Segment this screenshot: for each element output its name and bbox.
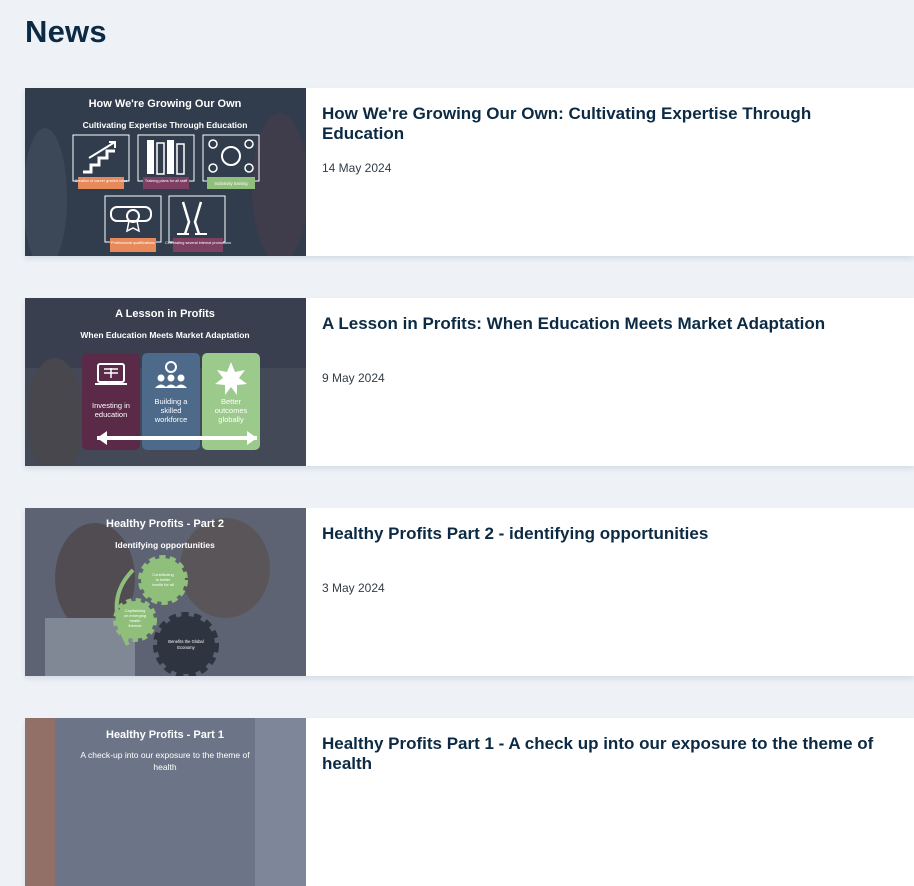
panel-text: Better (221, 397, 242, 406)
news-card-body: Healthy Profits Part 2 - identifying opp… (306, 508, 914, 676)
news-card[interactable]: Healthy Profits - Part 1 A check-up into… (25, 718, 914, 886)
news-date: 14 May 2024 (322, 161, 392, 175)
news-card[interactable]: How We're Growing Our Own Cultivating Ex… (25, 88, 914, 256)
news-thumbnail[interactable]: How We're Growing Our Own Cultivating Ex… (25, 88, 306, 256)
image-subheading: Identifying opportunities (115, 540, 215, 550)
panel-text: outcomes (215, 406, 248, 415)
news-card-body: A Lesson in Profits: When Education Meet… (306, 298, 914, 466)
news-thumbnail[interactable]: A Lesson in Profits When Education Meets… (25, 298, 306, 466)
image-subheading: Cultivating Expertise Through Education (83, 120, 248, 130)
article-image: Healthy Profits - Part 1 A check-up into… (25, 718, 306, 886)
gear-text: Economy (177, 645, 195, 650)
page-title: News (25, 14, 107, 49)
image-subheading: When Education Meets Market Adaptation (80, 330, 249, 340)
panel-text: skilled (161, 406, 182, 415)
news-card[interactable]: Healthy Profits - Part 2 Identifying opp… (25, 508, 914, 676)
panel-text: Building a (155, 397, 189, 406)
tile-label: Celebrating several internal promotions (165, 241, 231, 245)
news-title-link[interactable]: A Lesson in Profits: When Education Meet… (322, 314, 882, 334)
image-subheading: A check-up into our exposure to the them… (80, 750, 250, 760)
image-subheading: health (153, 762, 176, 772)
article-image: A Lesson in Profits When Education Meets… (25, 298, 306, 466)
tile-label: Creation of career graded roles (75, 179, 128, 183)
tile-label: Professional qualifications (111, 241, 155, 245)
news-title-link[interactable]: Healthy Profits Part 1 - A check up into… (322, 734, 882, 774)
image-heading: Healthy Profits - Part 2 (106, 518, 224, 530)
panel-text: education (95, 410, 128, 419)
news-date: 3 May 2024 (322, 581, 385, 595)
panel-text: workforce (154, 415, 188, 424)
panel-text: globally (218, 415, 244, 424)
article-image: How We're Growing Our Own Cultivating Ex… (25, 88, 306, 256)
tile-label: Training plans for all staff (145, 179, 188, 183)
article-image: Healthy Profits - Part 2 Identifying opp… (25, 508, 306, 676)
news-card[interactable]: A Lesson in Profits When Education Meets… (25, 298, 914, 466)
news-thumbnail[interactable]: Healthy Profits - Part 1 A check-up into… (25, 718, 306, 886)
image-heading: A Lesson in Profits (115, 308, 215, 320)
news-card-body: Healthy Profits Part 1 - A check up into… (306, 718, 914, 886)
gear-text: Benefits the Global (168, 639, 203, 644)
panel-text: Investing in (92, 401, 130, 410)
gear-text: health for all (152, 582, 174, 587)
news-title-link[interactable]: How We're Growing Our Own: Cultivating E… (322, 104, 882, 144)
news-thumbnail[interactable]: Healthy Profits - Part 2 Identifying opp… (25, 508, 306, 676)
gear-text: themes (128, 623, 141, 628)
image-heading: How We're Growing Our Own (89, 98, 242, 110)
tile-label: Inclusivity training (214, 181, 248, 186)
news-card-body: How We're Growing Our Own: Cultivating E… (306, 88, 914, 256)
news-title-link[interactable]: Healthy Profits Part 2 - identifying opp… (322, 524, 882, 544)
image-heading: Healthy Profits - Part 1 (106, 729, 224, 741)
news-date: 9 May 2024 (322, 371, 385, 385)
